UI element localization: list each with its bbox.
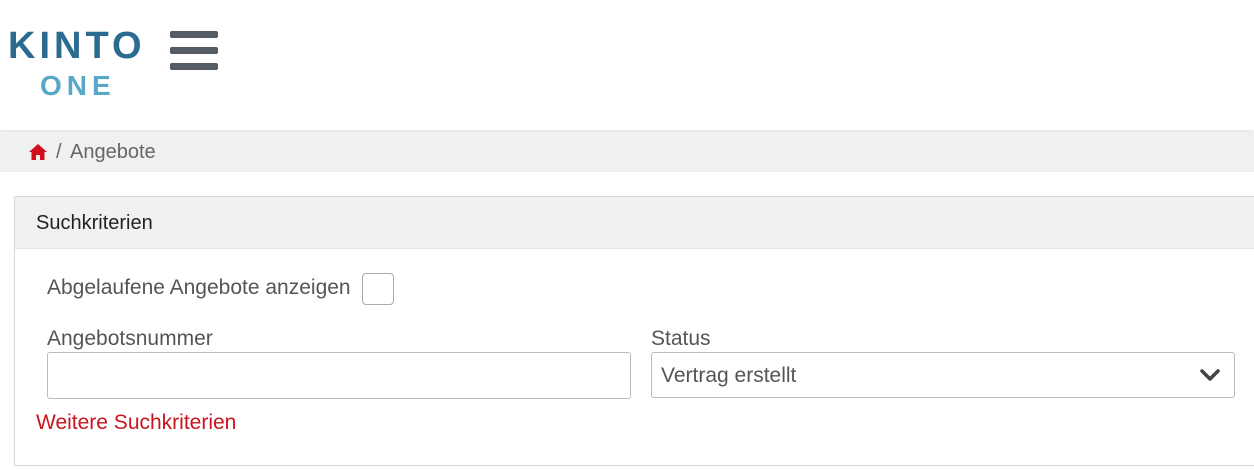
search-panel-title: Suchkriterien bbox=[36, 212, 153, 234]
menu-bar bbox=[170, 31, 218, 38]
status-select-value: Vertrag erstellt bbox=[661, 364, 797, 387]
status-label: Status bbox=[651, 327, 711, 350]
expired-offers-checkbox[interactable] bbox=[362, 273, 394, 305]
breadcrumb: / Angebote bbox=[0, 132, 1254, 172]
more-search-criteria-link[interactable]: Weitere Suchkriterien bbox=[36, 408, 236, 438]
search-panel-header: Suchkriterien bbox=[15, 197, 1254, 249]
breadcrumb-current: Angebote bbox=[70, 141, 156, 163]
home-icon[interactable] bbox=[28, 143, 48, 161]
top-header: KINTO ONE bbox=[0, 0, 1254, 130]
logo-text-top: KINTO bbox=[8, 25, 146, 67]
menu-bar bbox=[170, 63, 218, 70]
kinto-one-logo[interactable]: KINTO ONE bbox=[8, 22, 158, 102]
breadcrumb-separator: / bbox=[56, 141, 62, 163]
chevron-down-icon bbox=[1200, 369, 1220, 381]
offer-number-input[interactable] bbox=[47, 352, 631, 399]
search-panel: Suchkriterien Abgelaufene Angebote anzei… bbox=[14, 196, 1254, 466]
logo-text-bottom: ONE bbox=[40, 70, 116, 101]
status-select[interactable]: Vertrag erstellt bbox=[651, 352, 1235, 398]
expired-offers-label: Abgelaufene Angebote anzeigen bbox=[47, 276, 351, 299]
offer-number-label: Angebotsnummer bbox=[47, 327, 213, 350]
hamburger-menu-icon[interactable] bbox=[170, 31, 218, 73]
menu-bar bbox=[170, 47, 218, 54]
